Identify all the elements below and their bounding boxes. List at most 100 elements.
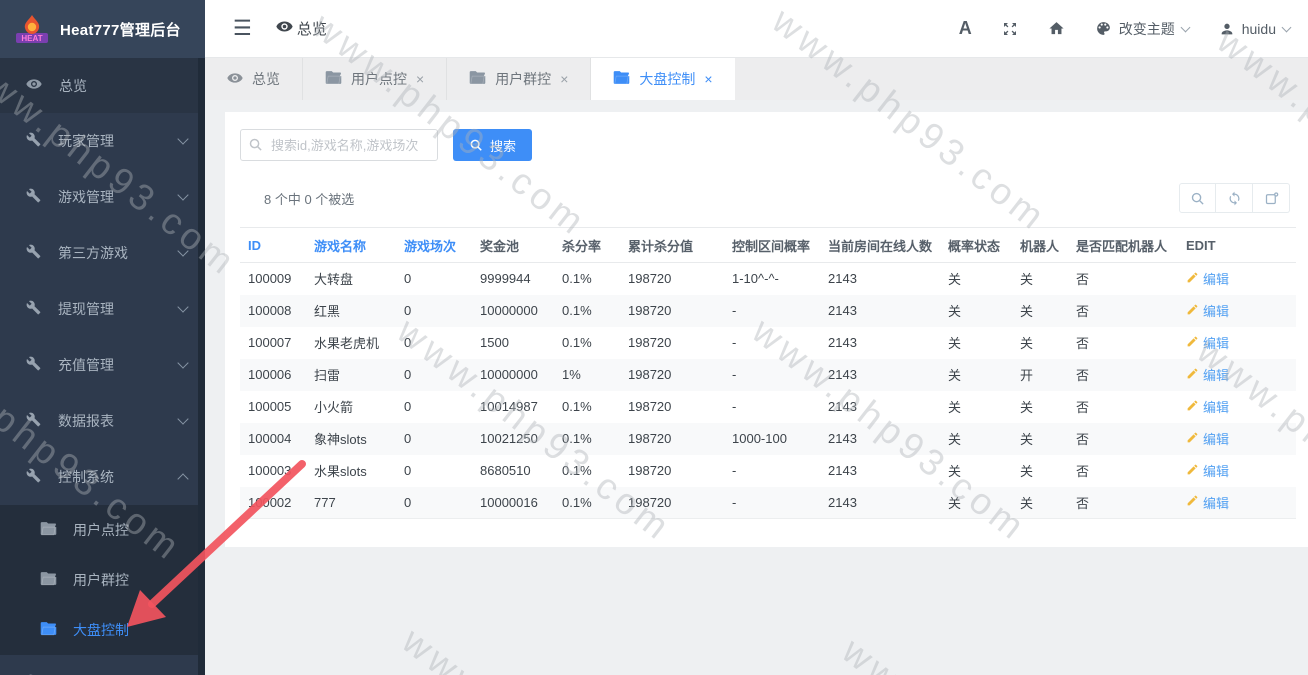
- cell: 100005: [240, 391, 306, 423]
- column-header-0[interactable]: ID: [240, 228, 306, 263]
- cell: 198720: [620, 359, 724, 391]
- tab-label: 大盘控制: [639, 69, 695, 89]
- sidebar-group-label: 玩家管理: [58, 131, 179, 151]
- cell: 100007: [240, 327, 306, 359]
- table-row: 100005小火箭0100149870.1%198720-2143关关否 编辑: [240, 391, 1296, 423]
- tab-bar: 总览用户点控×用户群控×大盘控制×: [205, 58, 1308, 100]
- folder-icon: [613, 70, 630, 85]
- cell: 否: [1068, 391, 1178, 423]
- edit-button[interactable]: 编辑: [1186, 397, 1229, 416]
- cell: 1-10^-^-: [724, 263, 820, 295]
- cell: 关: [1012, 295, 1068, 327]
- table-search-button[interactable]: [1179, 183, 1216, 213]
- table-columns-button[interactable]: [1253, 183, 1290, 213]
- cell: 关: [940, 487, 1012, 519]
- home-button[interactable]: [1048, 20, 1065, 37]
- folder-icon: [613, 70, 630, 88]
- sidebar-group-3[interactable]: 提现管理: [0, 281, 205, 337]
- cell: 水果老虎机: [306, 327, 396, 359]
- sidebar-subitem-6-0[interactable]: 用户点控: [0, 505, 205, 555]
- edit-button[interactable]: 编辑: [1186, 269, 1229, 288]
- sidebar-group-1[interactable]: 游戏管理: [0, 169, 205, 225]
- tab-close-icon[interactable]: ×: [416, 71, 424, 87]
- menu-toggle-icon[interactable]: ☰: [233, 16, 252, 41]
- search-icon: [469, 138, 483, 152]
- cell: 10000000: [472, 295, 554, 327]
- tab-close-icon[interactable]: ×: [560, 71, 568, 87]
- edit-label: 编辑: [1203, 365, 1229, 384]
- table-row: 100007水果老虎机015000.1%198720-2143关关否 编辑: [240, 327, 1296, 359]
- edit-button[interactable]: 编辑: [1186, 461, 1229, 480]
- cell: 100006: [240, 359, 306, 391]
- tab-close-icon[interactable]: ×: [704, 71, 712, 87]
- sidebar-group-0[interactable]: 玩家管理: [0, 113, 205, 169]
- search-input[interactable]: [240, 129, 438, 161]
- tab-3[interactable]: 大盘控制 ×: [591, 58, 734, 100]
- cell: 关: [940, 391, 1012, 423]
- sidebar-subitem-6-1[interactable]: 用户群控: [0, 555, 205, 605]
- eye-icon: [227, 70, 243, 89]
- search-button[interactable]: 搜索: [453, 129, 532, 161]
- column-header-8: 概率状态: [940, 228, 1012, 263]
- edit-label: 编辑: [1203, 333, 1229, 352]
- pencil-icon: [1186, 367, 1199, 383]
- content-area: 搜索 8 个中 0 个被选 ID游: [205, 100, 1308, 675]
- font-size-icon: A: [959, 18, 972, 39]
- refresh-icon: [1227, 191, 1242, 206]
- sidebar-item-overview[interactable]: 总览: [0, 58, 205, 113]
- sidebar-subitem-6-2[interactable]: 大盘控制: [0, 605, 205, 655]
- column-header-1[interactable]: 游戏名称: [306, 228, 396, 263]
- theme-menu[interactable]: 改变主题: [1095, 19, 1189, 39]
- eye-icon: [227, 70, 243, 86]
- sidebar-group-label: 数据报表: [58, 411, 179, 431]
- table-refresh-button[interactable]: [1216, 183, 1253, 213]
- eye-icon: [26, 76, 42, 95]
- pencil-icon: [1186, 463, 1199, 479]
- sidebar-group-4[interactable]: 充值管理: [0, 337, 205, 393]
- wrench-icon: [26, 300, 41, 318]
- svg-text:HEAT: HEAT: [21, 34, 42, 43]
- cell: 100008: [240, 295, 306, 327]
- table-row: 100004象神slots0100212500.1%1987201000-100…: [240, 423, 1296, 455]
- column-header-4: 杀分率: [554, 228, 620, 263]
- cell: 198720: [620, 295, 724, 327]
- fullscreen-button[interactable]: [1002, 21, 1018, 37]
- wrench-icon: [26, 244, 41, 259]
- sidebar-group-5[interactable]: 数据报表: [0, 393, 205, 449]
- cell: 否: [1068, 327, 1178, 359]
- fullscreen-icon: [1002, 21, 1018, 37]
- user-menu[interactable]: huidu: [1219, 21, 1290, 37]
- folder-icon: [40, 621, 57, 636]
- tab-label: 用户点控: [351, 69, 407, 89]
- tab-2[interactable]: 用户群控×: [447, 58, 591, 100]
- cell: 0.1%: [554, 295, 620, 327]
- sidebar-scrollbar[interactable]: [198, 58, 205, 675]
- edit-button[interactable]: 编辑: [1186, 365, 1229, 384]
- cell: 关: [1012, 327, 1068, 359]
- table-row: 100006扫雷0100000001%198720-2143关开否 编辑: [240, 359, 1296, 391]
- cell: 2143: [820, 263, 940, 295]
- column-header-2[interactable]: 游戏场次: [396, 228, 472, 263]
- edit-button[interactable]: 编辑: [1186, 429, 1229, 448]
- edit-label: 编辑: [1203, 493, 1229, 512]
- chevron-down-icon: [177, 189, 188, 200]
- pencil-icon: [1186, 303, 1199, 319]
- breadcrumb[interactable]: 总览: [276, 18, 327, 39]
- sidebar-group-2[interactable]: 第三方游戏: [0, 225, 205, 281]
- edit-button[interactable]: 编辑: [1186, 301, 1229, 320]
- cell: 0.1%: [554, 423, 620, 455]
- tab-1[interactable]: 用户点控 ×: [303, 58, 447, 100]
- home-icon: [1048, 20, 1065, 37]
- cell: 关: [940, 295, 1012, 327]
- search-icon: [248, 137, 263, 157]
- cell: -: [724, 391, 820, 423]
- sidebar-group-6[interactable]: 控制系统: [0, 449, 205, 505]
- pencil-icon: [1186, 335, 1199, 351]
- cell: -: [724, 487, 820, 519]
- search-icon: [1190, 191, 1205, 206]
- edit-button[interactable]: 编辑: [1186, 493, 1229, 512]
- sidebar-group-partial[interactable]: [0, 655, 205, 675]
- edit-button[interactable]: 编辑: [1186, 333, 1229, 352]
- tab-0[interactable]: 总览: [205, 58, 303, 100]
- font-size-button[interactable]: A: [959, 18, 972, 39]
